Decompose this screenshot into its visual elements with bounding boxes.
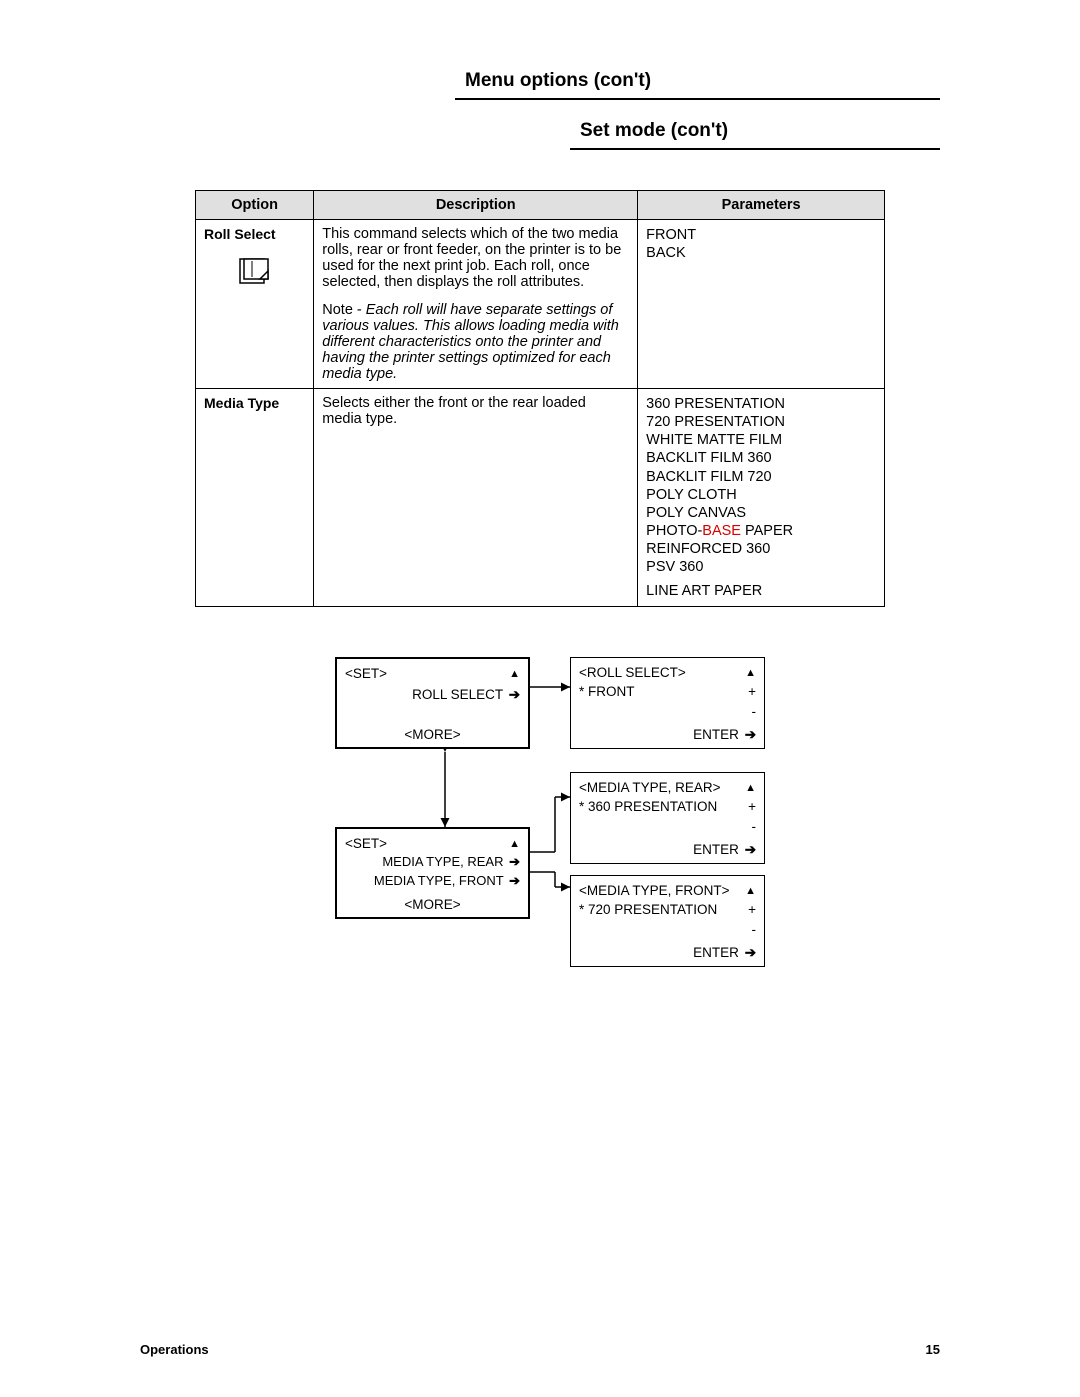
description-text: This command selects which of the two me… bbox=[322, 226, 629, 290]
box-label: <MORE> bbox=[404, 725, 460, 745]
minus-label: - bbox=[752, 920, 757, 940]
param-item: FRONT bbox=[646, 226, 876, 244]
up-triangle-icon bbox=[745, 777, 756, 797]
box-label: <ROLL SELECT> bbox=[579, 663, 686, 683]
param-item: WHITE MATTE FILM bbox=[646, 431, 876, 449]
note-text: Note - Each roll will have separate sett… bbox=[322, 302, 629, 382]
param-item: BACKLIT FILM 360 bbox=[646, 449, 876, 467]
menu-box-media-front: <MEDIA TYPE, FRONT> * 720 PRESENTATION+ … bbox=[570, 875, 765, 967]
enter-label: ENTER bbox=[693, 727, 739, 742]
minus-label: - bbox=[752, 702, 757, 722]
arrow-right-icon bbox=[743, 727, 756, 742]
cell-option: Roll Select bbox=[196, 220, 314, 389]
page: Menu options (con't) Set mode (con't) Op… bbox=[0, 0, 1080, 1397]
param-item: 360 PRESENTATION bbox=[646, 395, 876, 413]
plus-label: + bbox=[748, 900, 756, 920]
param-item: PSV 360 bbox=[646, 558, 876, 576]
box-label: MEDIA TYPE, FRONT bbox=[374, 873, 504, 888]
menu-diagram: <SET> ROLL SELECT <MORE> <ROLL SELECT> *… bbox=[195, 657, 885, 977]
box-label: <SET> bbox=[345, 664, 387, 684]
menu-box-set-media: <SET> MEDIA TYPE, REAR MEDIA TYPE, FRONT… bbox=[335, 827, 530, 919]
heading-menu-options: Menu options (con't) bbox=[455, 70, 940, 100]
param-item: BACKLIT FILM 720 bbox=[646, 468, 876, 486]
cell-description: This command selects which of the two me… bbox=[314, 220, 638, 389]
menu-box-media-rear: <MEDIA TYPE, REAR> * 360 PRESENTATION + -… bbox=[570, 772, 765, 864]
box-label: <SET> bbox=[345, 834, 387, 854]
th-option: Option bbox=[196, 191, 314, 220]
title-block: Menu options (con't) Set mode (con't) bbox=[455, 70, 940, 150]
param-item: PHOTO-BASE PAPER bbox=[646, 522, 876, 540]
enter-label: ENTER bbox=[693, 945, 739, 960]
connectors bbox=[195, 657, 885, 977]
arrow-right-icon bbox=[507, 873, 520, 888]
th-description: Description bbox=[314, 191, 638, 220]
footer-section: Operations bbox=[140, 1342, 209, 1357]
up-triangle-icon bbox=[745, 662, 756, 682]
plus-label: + bbox=[748, 797, 756, 817]
menu-box-set-roll: <SET> ROLL SELECT <MORE> bbox=[335, 657, 530, 749]
param-item: 720 PRESENTATION bbox=[646, 413, 876, 431]
box-label: * 360 PRESENTATION bbox=[579, 797, 717, 817]
option-label: Media Type bbox=[204, 395, 279, 411]
heading-set-mode: Set mode (con't) bbox=[570, 120, 940, 150]
param-item: BACK bbox=[646, 244, 876, 262]
arrow-right-icon bbox=[743, 945, 756, 960]
box-label: <MEDIA TYPE, FRONT> bbox=[579, 881, 730, 901]
up-triangle-icon bbox=[509, 833, 520, 853]
box-label: ROLL SELECT bbox=[412, 687, 503, 702]
th-parameters: Parameters bbox=[638, 191, 885, 220]
minus-label: - bbox=[752, 817, 757, 837]
box-label: <MORE> bbox=[404, 895, 460, 915]
box-label: <MEDIA TYPE, REAR> bbox=[579, 778, 721, 798]
arrow-right-icon bbox=[743, 842, 756, 857]
option-label: Roll Select bbox=[204, 226, 276, 242]
arrow-right-icon bbox=[507, 854, 520, 869]
table-row: Roll Select This command selects which o… bbox=[196, 220, 885, 389]
plus-label: + bbox=[748, 682, 756, 702]
menu-box-roll-select: <ROLL SELECT> * FRONT + - ENTER bbox=[570, 657, 765, 749]
up-triangle-icon bbox=[745, 880, 756, 900]
cell-description: Selects either the front or the rear loa… bbox=[314, 389, 638, 607]
param-item: REINFORCED 360 bbox=[646, 540, 876, 558]
param-item: LINE ART PAPER bbox=[646, 582, 876, 600]
box-label: * FRONT bbox=[579, 682, 635, 702]
footer-page-number: 15 bbox=[926, 1342, 940, 1357]
note-icon bbox=[238, 257, 272, 285]
options-table: Option Description Parameters Roll Selec… bbox=[195, 190, 885, 607]
enter-label: ENTER bbox=[693, 842, 739, 857]
cell-parameters: FRONT BACK bbox=[638, 220, 885, 389]
cell-option: Media Type bbox=[196, 389, 314, 607]
table-row: Media Type Selects either the front or t… bbox=[196, 389, 885, 607]
box-label: MEDIA TYPE, REAR bbox=[382, 854, 503, 869]
arrow-right-icon bbox=[507, 687, 520, 702]
page-footer: Operations 15 bbox=[140, 1342, 940, 1357]
table-header-row: Option Description Parameters bbox=[196, 191, 885, 220]
param-item: POLY CLOTH bbox=[646, 486, 876, 504]
param-item: POLY CANVAS bbox=[646, 504, 876, 522]
description-text: Selects either the front or the rear loa… bbox=[322, 395, 629, 427]
cell-parameters: 360 PRESENTATION 720 PRESENTATION WHITE … bbox=[638, 389, 885, 607]
up-triangle-icon bbox=[509, 663, 520, 683]
box-label: * 720 PRESENTATION bbox=[579, 900, 717, 920]
